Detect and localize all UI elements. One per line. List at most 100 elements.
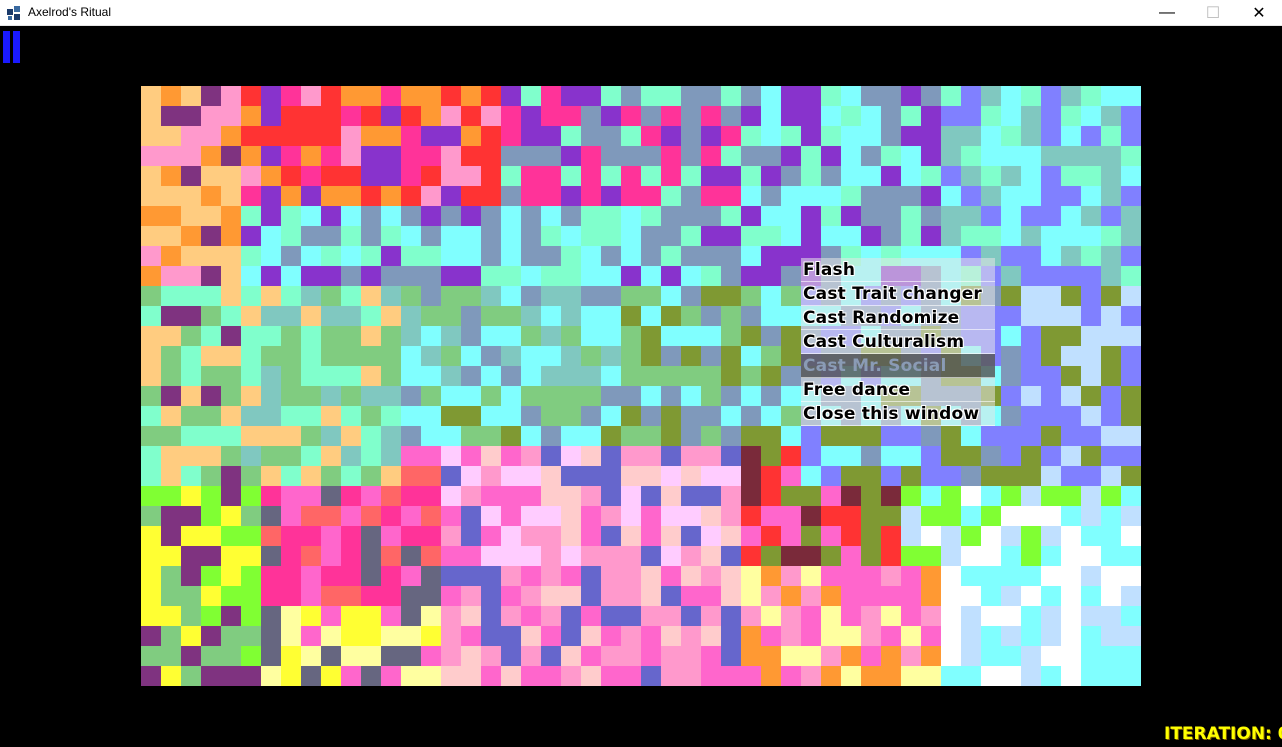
grid-cell	[481, 506, 502, 527]
grid-cell	[401, 626, 422, 647]
grid-cell	[641, 126, 662, 147]
grid-cell	[921, 186, 942, 207]
grid-cell	[1101, 266, 1122, 287]
grid-cell	[881, 606, 902, 627]
minimize-button[interactable]: —	[1144, 0, 1190, 26]
grid-cell	[441, 186, 462, 207]
grid-cell	[741, 186, 762, 207]
grid-cell	[301, 466, 322, 487]
window-title: Axelrod's Ritual	[28, 5, 111, 19]
grid-cell	[661, 666, 682, 686]
grid-cell	[1041, 326, 1062, 347]
grid-cell	[1101, 386, 1122, 407]
grid-cell	[281, 86, 302, 107]
grid-cell	[401, 526, 422, 547]
grid-cell	[1101, 426, 1122, 447]
grid-cell	[1001, 546, 1022, 567]
grid-cell	[981, 206, 1002, 227]
grid-cell	[861, 166, 882, 187]
grid-cell	[601, 186, 622, 207]
grid-cell	[281, 306, 302, 327]
grid-cell	[1041, 266, 1062, 287]
grid-cell	[1041, 206, 1062, 227]
grid-cell	[841, 586, 862, 607]
menu-item-cast-randomize[interactable]: Cast Randomize	[801, 306, 995, 330]
grid-cell	[761, 286, 782, 307]
menu-item-close-this-window[interactable]: Close this window	[801, 402, 995, 426]
grid-cell	[241, 506, 262, 527]
grid-cell	[701, 486, 722, 507]
grid-cell	[481, 146, 502, 167]
grid-cell	[1081, 226, 1102, 247]
grid-cell	[321, 566, 342, 587]
grid-cell	[861, 466, 882, 487]
grid-cell	[1101, 326, 1122, 347]
grid-cell	[861, 546, 882, 567]
grid-cell	[781, 346, 802, 367]
grid-cell	[641, 466, 662, 487]
grid-cell	[401, 286, 422, 307]
menu-item-flash[interactable]: Flash	[801, 258, 995, 282]
menu-item-free-dance[interactable]: Free dance	[801, 378, 995, 402]
grid-cell	[1081, 106, 1102, 127]
grid-cell	[941, 526, 962, 547]
grid-cell	[761, 506, 782, 527]
grid-cell	[1021, 446, 1042, 467]
grid-cell	[921, 586, 942, 607]
maximize-button[interactable]: ☐	[1190, 0, 1236, 26]
menu-item-cast-culturalism[interactable]: Cast Culturalism	[801, 330, 995, 354]
grid-cell	[781, 106, 802, 127]
grid-cell	[141, 386, 162, 407]
grid-cell	[181, 86, 202, 107]
grid-cell	[381, 646, 402, 667]
grid-cell	[701, 626, 722, 647]
grid-cell	[981, 606, 1002, 627]
grid-cell	[1081, 186, 1102, 207]
grid-cell	[221, 426, 242, 447]
grid-cell	[161, 426, 182, 447]
grid-cell	[621, 166, 642, 187]
grid-cell	[841, 86, 862, 107]
grid-cell	[161, 486, 182, 507]
grid-cell	[321, 246, 342, 267]
grid-cell	[581, 406, 602, 427]
grid-cell	[921, 106, 942, 127]
close-button[interactable]: ✕	[1236, 0, 1282, 26]
grid-cell	[321, 626, 342, 647]
grid-cell	[141, 206, 162, 227]
grid-cell	[301, 226, 322, 247]
grid-cell	[221, 106, 242, 127]
grid-cell	[601, 466, 622, 487]
grid-cell	[1081, 546, 1102, 567]
grid-cell	[761, 546, 782, 567]
grid-cell	[521, 146, 542, 167]
grid-cell	[981, 226, 1002, 247]
grid-cell	[741, 426, 762, 447]
grid-cell	[661, 346, 682, 367]
grid-cell	[441, 366, 462, 387]
grid-cell	[1041, 466, 1062, 487]
grid-cell	[341, 286, 362, 307]
grid-cell	[521, 366, 542, 387]
grid-cell	[961, 226, 982, 247]
grid-cell	[721, 346, 742, 367]
grid-cell	[781, 226, 802, 247]
grid-cell	[981, 506, 1002, 527]
grid-cell	[1121, 366, 1141, 387]
grid-cell	[561, 586, 582, 607]
grid-cell	[741, 466, 762, 487]
grid-cell	[681, 226, 702, 247]
menu-item-cast-trait-changer[interactable]: Cast Trait changer	[801, 282, 995, 306]
grid-cell	[721, 646, 742, 667]
grid-cell	[721, 466, 742, 487]
pause-icon[interactable]	[3, 31, 20, 63]
grid-cell	[621, 126, 642, 147]
grid-cell	[1061, 586, 1082, 607]
grid-cell	[581, 666, 602, 686]
grid-cell	[561, 106, 582, 127]
grid-cell	[661, 366, 682, 387]
grid-cell	[341, 266, 362, 287]
grid-cell	[581, 626, 602, 647]
grid-cell	[301, 86, 322, 107]
grid-cell	[1061, 286, 1082, 307]
